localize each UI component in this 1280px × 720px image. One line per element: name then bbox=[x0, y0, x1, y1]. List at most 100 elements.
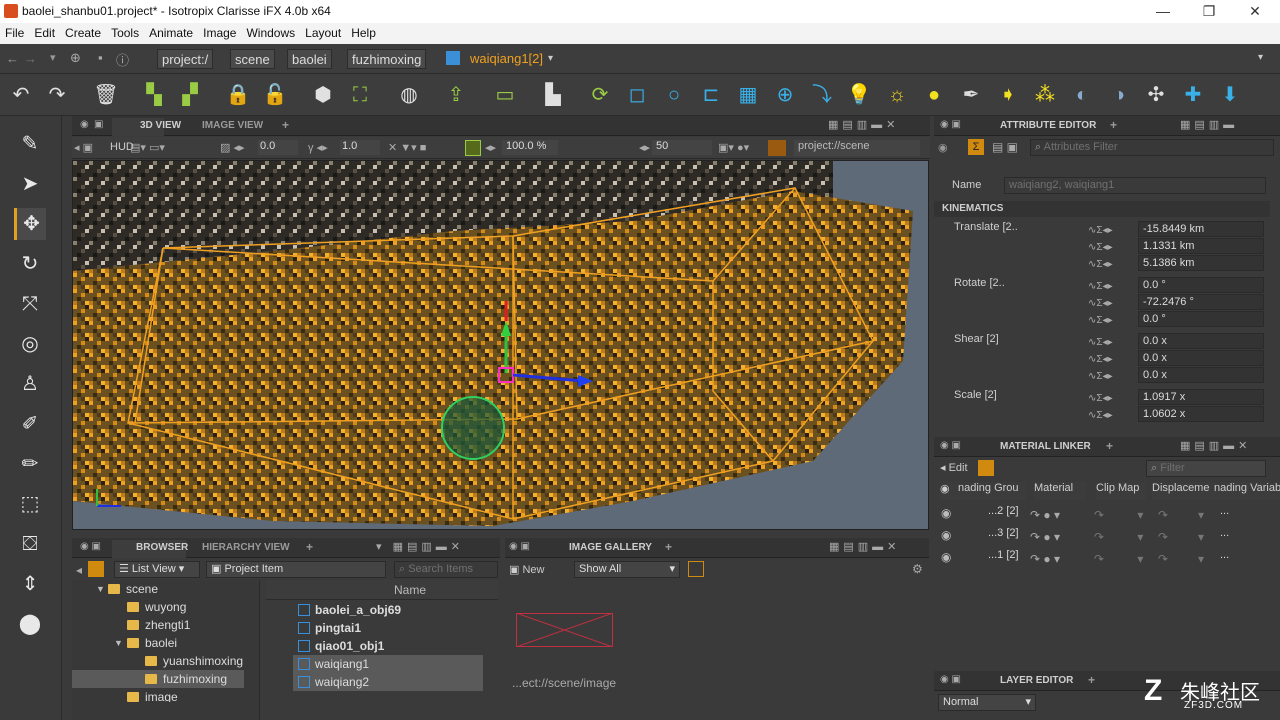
panel-layout-icon[interactable]: ▾ ▦▤▥▬✕ bbox=[376, 540, 464, 553]
frame-field[interactable]: 50 bbox=[652, 140, 712, 155]
select-icon[interactable]: ➤ bbox=[14, 168, 46, 200]
add-tab-button[interactable]: + bbox=[1106, 439, 1113, 453]
blend-mode-dropdown[interactable]: Normal ▾ bbox=[938, 694, 1036, 711]
menu-help[interactable]: Help bbox=[346, 23, 381, 44]
menu-animate[interactable]: Animate bbox=[144, 23, 198, 44]
tab-3d-view[interactable]: 3D VIEW bbox=[140, 120, 181, 131]
tree-item-image[interactable]: image bbox=[127, 690, 178, 702]
delete-icon[interactable]: 🗑 bbox=[93, 82, 119, 108]
snap-icon[interactable] bbox=[465, 140, 481, 156]
add-tab-button[interactable]: + bbox=[282, 118, 289, 132]
sigma-icon[interactable]: Σ bbox=[968, 139, 984, 155]
menu-image[interactable]: Image bbox=[198, 23, 241, 44]
displacement-slot-icons[interactable]: ↷ ▾ ↷ ▾ ↷ ▾ bbox=[1158, 504, 1204, 570]
attr-view-icon[interactable]: ▤ ▣ bbox=[992, 140, 1018, 154]
expand-arrow-icon[interactable]: ▼ bbox=[114, 638, 123, 648]
area-light-icon[interactable]: ⁂ bbox=[1032, 82, 1058, 108]
panel-layout-icon[interactable]: ▦▤▥▬✕ bbox=[1180, 439, 1251, 452]
move-icon[interactable]: ✣ bbox=[1143, 82, 1169, 108]
rotate-icon[interactable]: ↻ bbox=[14, 248, 46, 280]
menu-layout[interactable]: Layout bbox=[300, 23, 346, 44]
list-item[interactable]: waiqiang2 bbox=[293, 673, 483, 691]
group-icon[interactable]: ▚ bbox=[141, 82, 167, 108]
message-icon[interactable]: ▭ bbox=[492, 82, 518, 108]
render-icon[interactable]: ▣▾ ●▾ bbox=[718, 141, 749, 154]
chevron-down-icon[interactable]: ▾ bbox=[548, 53, 553, 64]
filter-icon[interactable]: ✕ ▼▾ ■ bbox=[388, 141, 426, 154]
menu-edit[interactable]: Edit bbox=[29, 23, 60, 44]
menu-windows[interactable]: Windows bbox=[241, 23, 300, 44]
display-icon[interactable]: ▤▾ ▭▾ bbox=[130, 141, 165, 154]
globe-wire-icon[interactable]: ⊕ bbox=[772, 82, 798, 108]
anim-icons[interactable]: ∿Σ◂▸ ∿Σ◂▸ bbox=[1088, 390, 1113, 424]
menu-create[interactable]: Create bbox=[60, 23, 106, 44]
kinematics-section[interactable]: KINEMATICS bbox=[942, 203, 1003, 214]
pin-icon[interactable]: ◉ bbox=[80, 119, 89, 130]
col-shading-group[interactable]: nading Grou bbox=[958, 482, 1026, 500]
translate-x-field[interactable]: -15.8449 km bbox=[1138, 221, 1264, 237]
eye-icon[interactable] bbox=[768, 140, 786, 156]
menu-file[interactable]: File bbox=[0, 23, 29, 44]
pin-icon[interactable]: ◉ ▣ bbox=[80, 541, 101, 552]
tree-item-fuzhimoxing[interactable]: fuzhimoxing bbox=[145, 672, 227, 686]
browser-folder-icon[interactable] bbox=[88, 561, 104, 577]
linker-filter-input[interactable]: ⌕ Filter bbox=[1146, 460, 1266, 477]
tree-item-zhengti1[interactable]: zhengti1 bbox=[127, 618, 190, 632]
viewport-canvas[interactable] bbox=[73, 161, 929, 530]
lock-icon[interactable]: 🔒 bbox=[225, 82, 251, 108]
linker-row-name[interactable]: ...3 [2] bbox=[988, 527, 1019, 539]
undo-icon[interactable]: ↶ bbox=[8, 82, 34, 108]
search-items-input[interactable]: ⌕ Search Items bbox=[394, 561, 498, 578]
list-view-dropdown[interactable]: ☰ List View ▾ bbox=[114, 561, 200, 578]
attr-tools-icon[interactable]: ◉ bbox=[938, 141, 948, 154]
3d-viewport[interactable] bbox=[72, 160, 929, 530]
linker-row-name[interactable]: ...2 [2] bbox=[988, 505, 1019, 517]
vp-menu-icon[interactable]: ◂ ▣ bbox=[74, 141, 93, 154]
material-icon[interactable]: ⬤ bbox=[14, 608, 46, 640]
sphere-icon[interactable]: ○ bbox=[661, 82, 687, 108]
edit-dropdown[interactable]: ◂ Edit bbox=[940, 461, 968, 474]
breadcrumb-fuzhimoxing[interactable]: fuzhimoxing bbox=[347, 49, 427, 69]
add-tab-button[interactable]: + bbox=[665, 540, 672, 554]
environment-icon[interactable]: ◐ bbox=[1069, 82, 1095, 108]
eyedropper-icon[interactable]: ✎ bbox=[14, 128, 46, 160]
arrow-icon[interactable]: ⤵ bbox=[809, 82, 835, 108]
new-button[interactable]: ▣ New bbox=[509, 563, 544, 576]
gamma-icon[interactable]: γ ◂▸ bbox=[308, 141, 328, 154]
add-tab-button[interactable]: + bbox=[306, 540, 313, 554]
zoom-field[interactable]: 100.0 % bbox=[502, 140, 558, 155]
globe-icon[interactable]: ◍ bbox=[396, 82, 422, 108]
rotate-y-field[interactable]: -72.2476 ° bbox=[1138, 294, 1264, 310]
tree-item-scene[interactable]: scene bbox=[108, 582, 158, 596]
col-clip-map[interactable]: Clip Map bbox=[1096, 482, 1146, 500]
import-icon[interactable]: ⇪ bbox=[443, 82, 469, 108]
zoom-arrows-icon[interactable]: ◂▸ bbox=[485, 141, 496, 154]
sky-icon[interactable]: ◑ bbox=[1106, 82, 1132, 108]
paint-icon[interactable]: ✐ bbox=[14, 408, 46, 440]
pin-icon[interactable]: ◉ ▣ bbox=[509, 541, 530, 552]
clipmap-slot-icons[interactable]: ↷ ▾ ↷ ▾ ↷ ▾ bbox=[1094, 504, 1143, 570]
name-column-header[interactable]: Name bbox=[394, 583, 426, 597]
anim-icons[interactable]: ∿Σ◂▸ ∿Σ◂▸ ∿Σ◂▸ bbox=[1088, 222, 1113, 273]
visibility-eye-icon[interactable]: ◉ bbox=[941, 528, 951, 542]
col-material[interactable]: Material bbox=[1034, 482, 1086, 500]
show-all-dropdown[interactable]: Show All ▾ bbox=[574, 561, 680, 578]
more-button[interactable]: ... bbox=[1220, 505, 1229, 517]
minimize-button[interactable]: — bbox=[1148, 2, 1178, 20]
panel-layout-icon[interactable]: ▦▤▥▬ bbox=[1180, 118, 1238, 131]
linker-icon[interactable] bbox=[978, 460, 994, 476]
browse-icon[interactable]: ⊕ bbox=[70, 50, 81, 66]
col-shading-variable[interactable]: nading Variab bbox=[1214, 482, 1280, 500]
tree-item-yuanshimoxing[interactable]: yuanshimoxing bbox=[145, 654, 243, 668]
list-item[interactable]: waiqiang1 bbox=[293, 655, 483, 673]
anim-icons[interactable]: ∿Σ◂▸ ∿Σ◂▸ ∿Σ◂▸ bbox=[1088, 278, 1113, 329]
transform-icon[interactable]: ⛶ bbox=[347, 82, 373, 108]
tree-item-baolei[interactable]: baolei bbox=[127, 636, 177, 650]
lock-path-icon[interactable]: ▪ bbox=[98, 50, 103, 65]
camera-icon[interactable]: ⛋ bbox=[14, 528, 46, 560]
gamma-value-field[interactable]: 1.0 bbox=[340, 140, 380, 155]
list-item[interactable]: qiao01_obj1 bbox=[293, 637, 483, 655]
image-placeholder-icon[interactable] bbox=[516, 613, 613, 647]
linker-row-name[interactable]: ...1 [2] bbox=[988, 549, 1019, 561]
add-tab-button[interactable]: + bbox=[1088, 673, 1095, 687]
